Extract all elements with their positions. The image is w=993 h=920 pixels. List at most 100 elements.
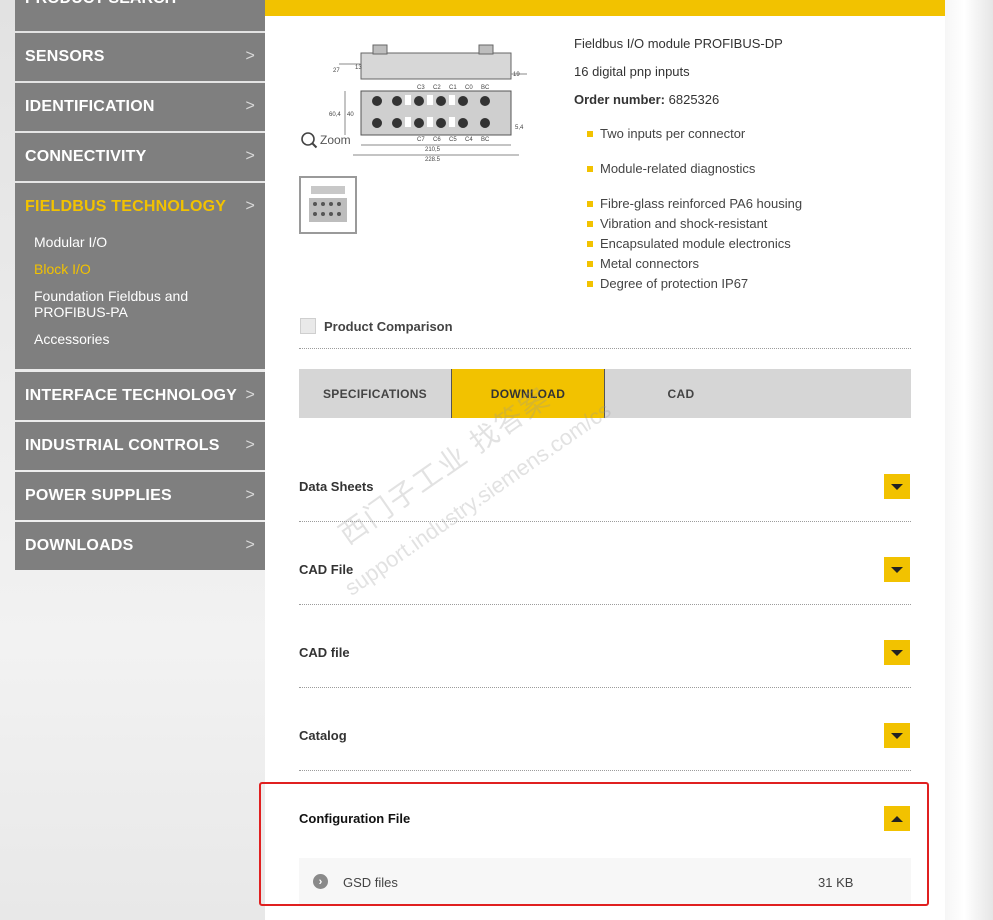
sidebar-item-label: INDUSTRIAL CONTROLS [25,437,220,454]
accent-bar [265,0,945,16]
chevron-right-icon: > [245,486,255,504]
dimension-label: 19 [513,72,520,78]
order-number-label: Order number: [574,92,666,107]
chevron-right-icon: > [245,47,255,65]
chevron-right-icon: > [245,197,255,215]
product-title: Fieldbus I/O module PROFIBUS-DP [574,36,783,51]
accordion-cad-file[interactable]: CAD File [299,562,353,577]
magnifier-icon [301,132,318,149]
sidebar-item-interface-technology[interactable]: INTERFACE TECHNOLOGY > [15,372,265,420]
sidebar-item-label: DOWNLOADS [25,537,134,554]
sidebar-item-sensors[interactable]: SENSORS > [15,33,265,81]
feature-text: Module-related diagnostics [600,161,756,176]
sidebar-item-power-supplies[interactable]: POWER SUPPLIES > [15,472,265,520]
feature-text: Fibre-glass reinforced PA6 housing [600,196,803,211]
feature-item: Metal connectors [587,256,699,271]
dimension-label: 40 [347,112,354,118]
submenu-item-modular-io[interactable]: Modular I/O [34,234,224,250]
submenu-item-foundation-fieldbus[interactable]: Foundation Fieldbus and PROFIBUS-PA [34,288,224,320]
drawing-label: C3 [417,85,425,91]
bullet-icon [587,165,593,172]
drawing-label: BC [481,137,490,143]
sidebar-item-industrial-controls[interactable]: INDUSTRIAL CONTROLS > [15,422,265,470]
divider [299,348,911,349]
dimension-label: 27 [333,68,340,74]
order-number-value: 6825326 [668,92,720,107]
accordion-cad-file-2[interactable]: CAD file [299,645,350,660]
dimension-label: 228,5 [425,157,441,161]
sidebar-item-product-search[interactable]: PRODUCT SEARCH [15,0,265,31]
drawing-label: C1 [449,85,457,91]
right-background [945,0,993,920]
tab-cad[interactable]: CAD [605,369,757,418]
accordion-catalog[interactable]: Catalog [299,728,347,743]
submenu-item-block-io[interactable]: Block I/O [34,261,224,277]
sidebar-item-identification[interactable]: IDENTIFICATION > [15,83,265,131]
dimension-label: 13 [355,65,362,71]
divider [299,770,911,771]
feature-text: Two inputs per connector [600,126,746,141]
sidebar-item-label: SENSORS [25,48,105,65]
expand-button[interactable] [884,557,910,582]
feature-text: Metal connectors [600,256,699,271]
drawing-label: C0 [465,85,473,91]
sidebar-item-label: IDENTIFICATION [25,98,155,115]
chevron-down-icon [891,483,903,490]
dimension-label: 5,4 [515,125,524,131]
chevron-right-icon: > [245,536,255,554]
drawing-label: C4 [465,137,473,143]
bullet-icon [587,260,593,267]
divider [299,687,911,688]
product-comparison[interactable]: Product Comparison [300,318,453,334]
sidebar-item-fieldbus-technology[interactable]: FIELDBUS TECHNOLOGY > [15,183,265,231]
comparison-label: Product Comparison [324,318,453,334]
order-number: Order number: 6825326 [574,92,719,107]
thumbnail-image [309,186,347,222]
feature-item: Degree of protection IP67 [587,276,748,291]
feature-item: Vibration and shock-resistant [587,216,767,231]
feature-item: Encapsulated module electronics [587,236,791,251]
chevron-right-icon: > [245,436,255,454]
submenu-item-accessories[interactable]: Accessories [34,331,224,347]
dimension-label: 210,5 [425,147,441,153]
product-subtitle: 16 digital pnp inputs [574,64,690,79]
drawing-label: C2 [433,85,441,91]
drawing-label: C5 [449,137,457,143]
chevron-right-icon: > [245,97,255,115]
sidebar-item-label: INTERFACE TECHNOLOGY [25,387,238,404]
chevron-right-icon: > [245,147,255,165]
accordion-data-sheets[interactable]: Data Sheets [299,479,373,494]
expand-button[interactable] [884,474,910,499]
feature-text: Encapsulated module electronics [600,236,791,251]
product-thumbnail[interactable] [299,176,357,234]
bullet-icon [587,130,593,137]
bullet-icon [587,200,593,207]
chevron-down-icon [891,566,903,573]
sidebar-item-downloads[interactable]: DOWNLOADS > [15,522,265,570]
bullet-icon [587,220,593,227]
expand-button[interactable] [884,723,910,748]
drawing-label: C7 [417,137,425,143]
feature-item: Fibre-glass reinforced PA6 housing [587,196,802,211]
feature-item: Two inputs per connector [587,126,745,141]
drawing-label: BC [481,85,490,91]
feature-text: Degree of protection IP67 [600,276,749,291]
bullet-icon [587,280,593,287]
comparison-checkbox[interactable] [300,318,316,334]
sidebar-item-connectivity[interactable]: CONNECTIVITY > [15,133,265,181]
tab-specifications[interactable]: SPECIFICATIONS [299,369,451,418]
sidebar-item-label: FIELDBUS TECHNOLOGY [25,198,227,215]
dimension-label: 60,4 [329,112,341,118]
highlight-box [259,782,929,906]
zoom-label: Zoom [320,133,351,147]
chevron-right-icon: > [245,386,255,404]
expand-button[interactable] [884,640,910,665]
chevron-down-icon [891,649,903,656]
bullet-icon [587,240,593,247]
sidebar-item-label: PRODUCT SEARCH [25,0,176,8]
zoom-button[interactable]: Zoom [300,131,351,149]
feature-item: Module-related diagnostics [587,161,755,176]
feature-text: Vibration and shock-resistant [600,216,768,231]
sidebar-item-label: CONNECTIVITY [25,148,147,165]
drawing-label: C6 [433,137,441,143]
